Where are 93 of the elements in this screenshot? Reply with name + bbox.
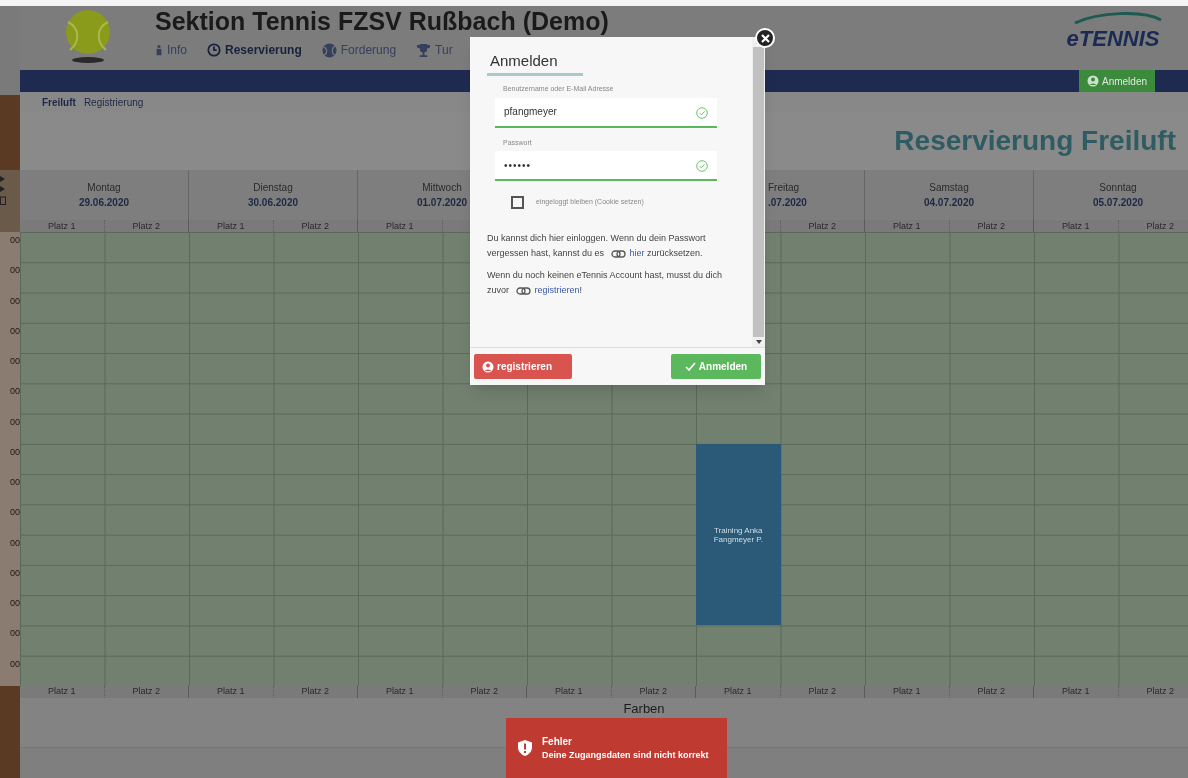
user-icon [482,360,494,373]
court-label: Platz 1 [386,687,414,697]
court-label: Platz 1 [48,687,76,697]
time-label: 00 [10,236,20,245]
checkbox[interactable] [511,196,524,209]
register-button[interactable]: registrieren [474,354,572,379]
brand-logo: eTENNIS [1066,25,1160,51]
nav-link[interactable]: Forderung [321,41,397,59]
day-date: .07.2020 [768,196,807,210]
submit-button[interactable]: Anmelden [671,354,761,379]
time-label: 00 [10,447,20,457]
day-name: Samstag [929,181,969,195]
court-label: Platz 2 [1146,687,1174,697]
scroll-down-icon [755,340,762,344]
time-label: 00 [10,357,20,367]
day-date: 01.07.2020 [416,196,468,210]
input-field[interactable]: •••••• [495,151,717,181]
court-label: Platz 2 [808,221,836,231]
time-label: 00 [10,326,20,336]
court-label: Platz 1 [893,687,921,697]
user-icon [1086,75,1099,87]
check-icon [684,362,696,371]
court-label: Platz 1 [724,687,752,697]
link-icon [515,286,531,295]
court-label: Platz 1 [1062,687,1090,697]
booking-text: Training Anka Fangmeyer P. [712,525,764,544]
swoosh-icon [1072,11,1163,24]
link-icon [610,249,626,258]
scrollbar[interactable] [752,37,765,347]
check-circle-icon [696,106,708,119]
club-title: Sektion Tennis FZSV Rußbach (Demo) [155,6,610,36]
day-name: Dienstag [253,181,293,195]
court-label: Platz 2 [301,221,329,231]
court-label: Platz 1 [555,687,583,697]
info-icon [155,43,163,57]
time-label: 00 [10,508,20,518]
nav-link[interactable]: Tur [416,41,453,59]
booking-block[interactable]: Training Anka Fangmeyer P. [696,443,781,626]
day-date: 29.06.2020 [78,196,130,210]
time-label: 00 [10,568,20,578]
day-date: 05.07.2020 [1092,196,1144,210]
time-label: 00 [10,266,20,276]
time-label: 00 [10,387,20,397]
court-label: Platz 2 [808,687,836,697]
time-label: 00 [10,599,20,609]
check-circle-icon [696,160,708,172]
court-label: Platz 2 [301,687,329,697]
court-label: Platz 2 [132,221,160,231]
clipboard-icon [0,196,6,205]
court-label: Platz 2 [132,687,160,697]
info-text: Du kannst dich hier einloggen. Wenn du dein Passwort vergessen hast, kannst du es hier zurücksetzen. [487,232,707,260]
day-date: 30.06.2020 [247,196,299,210]
time-label: 00 [10,538,20,548]
legend-title: Farben [623,701,665,718]
shield-icon [518,740,532,756]
court-label: Platz 1 [48,221,76,231]
toast-message: Deine Zugangsdaten sind nicht korrekt [542,749,710,762]
clock-icon [207,43,221,57]
subnav-link[interactable]: Freiluft [42,94,76,110]
ball-icon [321,42,337,58]
court-label: Platz 1 [1062,221,1090,231]
input-field[interactable]: pfangmeyer [495,97,717,128]
time-label: 00 [10,417,20,427]
court-label: Platz 2 [1146,221,1174,231]
court-label: Platz 2 [977,221,1005,231]
court-label: Platz 2 [470,687,498,697]
trophy-icon [416,42,432,58]
court-label: Platz 1 [217,687,245,697]
page-title: Reservierung Freiluft [894,124,1176,158]
nav-link[interactable]: Info [155,41,187,59]
court-label: Platz 1 [217,221,245,231]
day-name: Sonntag [1099,181,1137,195]
court-label: Platz 1 [386,221,414,231]
court-label: Platz 2 [977,687,1005,697]
day-name: Montag [87,181,121,195]
toast-title: Fehler [542,735,573,749]
info-text: Wenn du noch keinen eTennis Account hast, musst du dich zuvor registrieren! [487,269,722,297]
text-link[interactable]: registrieren [534,285,580,295]
text-link[interactable]: hier [629,248,645,258]
court-label: Platz 2 [639,687,667,697]
time-label: 00 [10,629,20,639]
day-date: 04.07.2020 [923,196,975,210]
time-label: 00 [10,478,20,488]
dialog-title: Anmelden [490,52,559,70]
time-label: 00 [10,659,20,669]
day-name: Freitag [768,181,800,195]
login-button[interactable]: Anmelden [1078,70,1155,92]
subnav-link[interactable]: Registrierung [83,94,144,110]
close-icon [760,33,770,43]
court-label: Platz 1 [893,221,921,231]
day-name: Mittwoch [422,181,462,195]
nav-link[interactable]: Reservierung [207,41,302,59]
time-label: 00 [10,296,20,306]
